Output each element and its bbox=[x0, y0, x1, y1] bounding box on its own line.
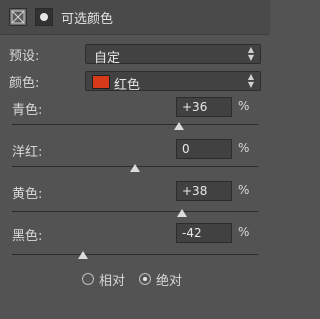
magenta-slider-thumb[interactable] bbox=[130, 164, 140, 172]
panel-header: 可选颜色 bbox=[0, 0, 270, 35]
cyan-slider-thumb[interactable] bbox=[174, 122, 185, 130]
magenta-label: 洋红: bbox=[12, 145, 43, 160]
absolute-label: 绝对 bbox=[156, 274, 183, 289]
dropdown-arrows-icon: ▲ ▼ bbox=[247, 45, 254, 62]
black-value: -42 bbox=[182, 226, 202, 240]
panel-title: 可选颜色 bbox=[61, 12, 114, 27]
adjustment-layer-icon[interactable] bbox=[9, 8, 27, 26]
color-label: 颜色: bbox=[9, 76, 40, 91]
preset-value: 自定 bbox=[94, 51, 121, 66]
yellow-slider-track[interactable] bbox=[12, 211, 258, 212]
absolute-radio[interactable] bbox=[139, 273, 151, 285]
yellow-value-input[interactable]: +38 bbox=[176, 181, 232, 201]
cyan-slider-track[interactable] bbox=[12, 124, 258, 125]
color-value: 红色 bbox=[114, 78, 141, 93]
preset-label: 预设: bbox=[9, 49, 40, 64]
percent-sign: % bbox=[238, 225, 250, 239]
percent-sign: % bbox=[238, 141, 250, 155]
cyan-value: +36 bbox=[182, 100, 208, 114]
cyan-label: 青色: bbox=[12, 103, 43, 118]
yellow-slider-thumb[interactable] bbox=[176, 209, 187, 217]
yellow-label: 黄色: bbox=[12, 187, 43, 202]
preset-dropdown[interactable]: 自定 ▲ ▼ bbox=[85, 44, 261, 66]
cyan-value-input[interactable]: +36 bbox=[176, 97, 232, 117]
mask-dot bbox=[40, 13, 48, 21]
relative-radio[interactable] bbox=[82, 273, 94, 285]
layer-mask-icon[interactable] bbox=[35, 8, 53, 26]
percent-sign: % bbox=[238, 183, 250, 197]
color-dropdown[interactable]: 红色 ▲ ▼ bbox=[85, 71, 261, 93]
black-slider-thumb[interactable] bbox=[78, 251, 89, 259]
magenta-value-input[interactable]: 0 bbox=[176, 139, 232, 159]
black-label: 黑色: bbox=[12, 229, 43, 244]
color-swatch bbox=[92, 75, 110, 89]
percent-sign: % bbox=[238, 99, 250, 113]
magenta-value: 0 bbox=[182, 142, 190, 156]
yellow-value: +38 bbox=[182, 184, 208, 198]
selective-color-panel: 可选颜色 预设: 自定 ▲ ▼ 颜色: 红色 ▲ ▼ 青色: +36 % 洋红: 0… bbox=[0, 0, 270, 319]
relative-label: 相对 bbox=[99, 274, 126, 289]
black-slider-track[interactable] bbox=[12, 254, 258, 255]
black-value-input[interactable]: -42 bbox=[176, 223, 232, 243]
dropdown-arrows-icon: ▲ ▼ bbox=[247, 72, 254, 89]
adjustment-glyph bbox=[11, 10, 25, 24]
